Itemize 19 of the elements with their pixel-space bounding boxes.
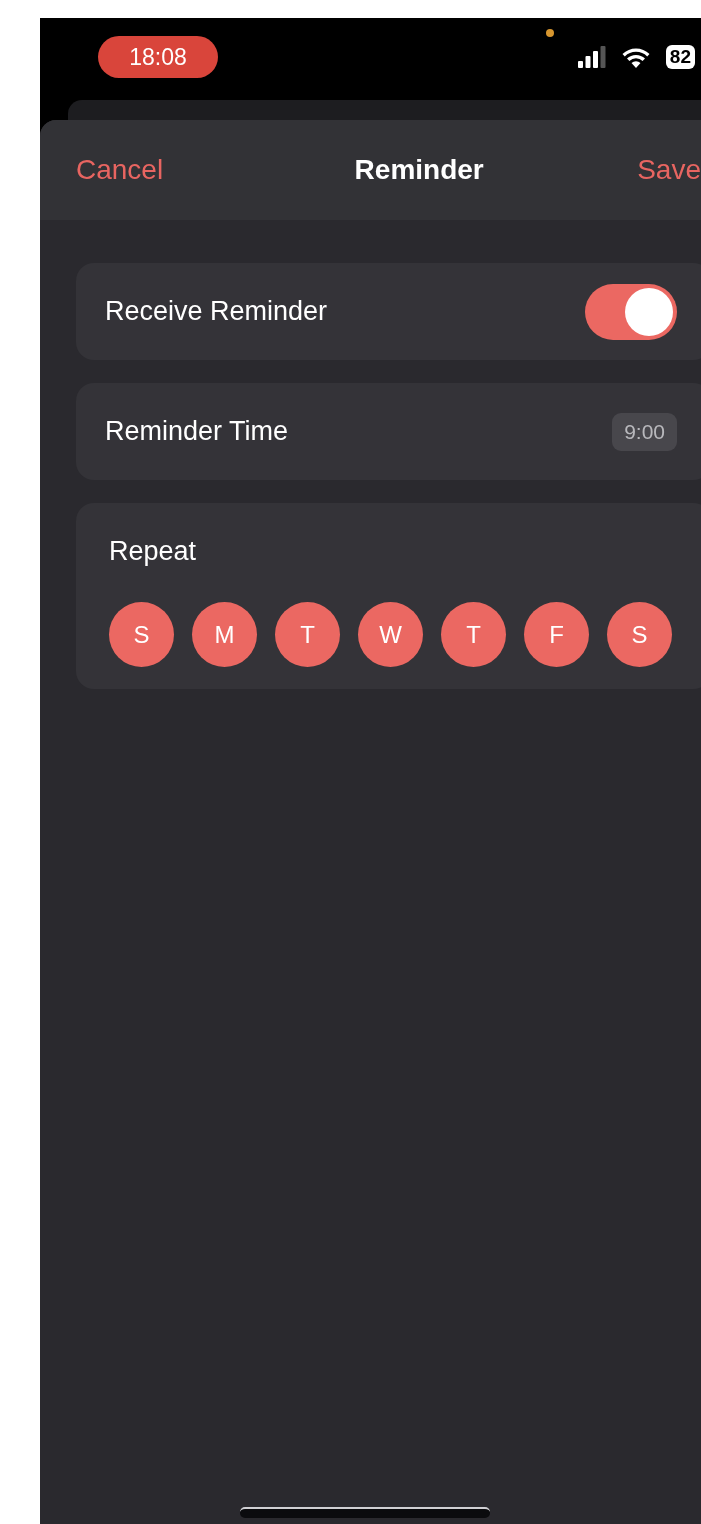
setting-label: Receive Reminder: [105, 296, 328, 327]
day-toggle[interactable]: F: [524, 602, 589, 667]
setting-label: Reminder Time: [105, 416, 289, 447]
sheet-title: Reminder: [354, 154, 484, 186]
day-toggle[interactable]: T: [441, 602, 506, 667]
time-picker[interactable]: 9:00: [612, 412, 677, 451]
cancel-button[interactable]: Cancel: [76, 154, 164, 186]
setting-label: Repeat: [109, 536, 198, 567]
day-toggle[interactable]: W: [358, 602, 423, 667]
day-toggle[interactable]: S: [607, 602, 672, 667]
day-toggle[interactable]: S: [109, 602, 174, 667]
day-toggle[interactable]: M: [192, 602, 257, 667]
save-button[interactable]: Save: [637, 154, 701, 186]
status-time: 18:08: [98, 36, 218, 78]
battery-level: 82: [665, 45, 695, 69]
day-toggle[interactable]: T: [275, 602, 340, 667]
signal-icon: [577, 46, 606, 68]
wifi-icon: [621, 46, 650, 68]
privacy-dot-icon: [546, 29, 554, 37]
